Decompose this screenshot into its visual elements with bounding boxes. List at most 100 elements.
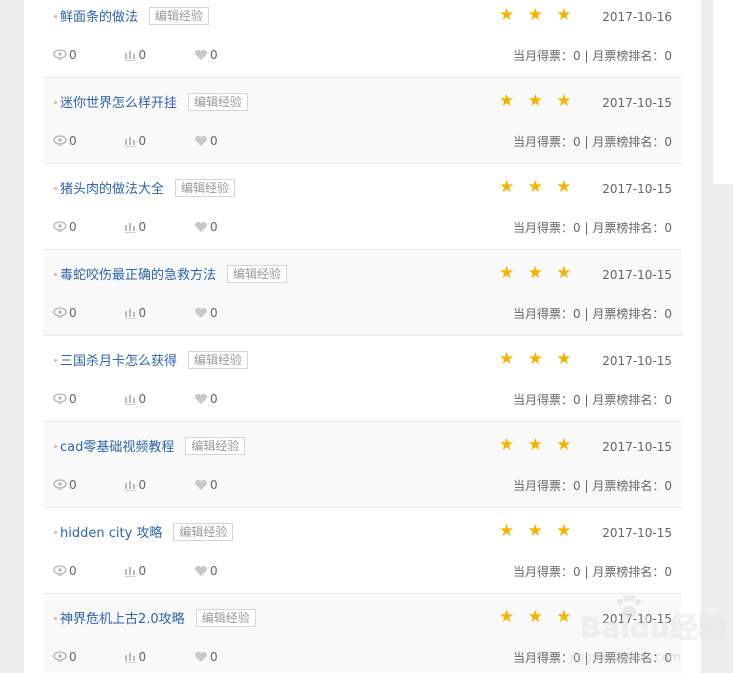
votes-stat: 0 <box>124 390 146 408</box>
heart-icon <box>195 307 207 318</box>
views-stat: 0 <box>53 476 77 494</box>
experience-title-link[interactable]: hidden city 攻略 编辑经验 <box>60 523 234 544</box>
views-stat: 0 <box>53 132 77 150</box>
monthly-votes-rank: 当月得票：0 | 月票榜排名：0 <box>513 135 672 149</box>
bullet-dot <box>54 445 57 448</box>
votes-stat: 0 <box>124 648 146 666</box>
publish-date: 2017-10-15 <box>602 612 672 626</box>
eye-icon <box>53 479 67 490</box>
heart-icon <box>195 565 207 576</box>
bar-chart-icon <box>125 395 136 405</box>
edit-experience-tag[interactable]: 编辑经验 <box>195 609 256 627</box>
views-stat: 0 <box>53 218 77 236</box>
votes-stat: 0 <box>124 562 146 580</box>
heart-icon <box>195 221 207 232</box>
right-sidebar-panel <box>713 0 733 184</box>
edit-experience-tag[interactable]: 编辑经验 <box>188 351 249 369</box>
likes-stat: 0 <box>194 304 218 322</box>
heart-icon <box>195 651 207 662</box>
likes-stat: 0 <box>194 46 218 64</box>
likes-stat: 0 <box>194 648 218 666</box>
likes-stat: 0 <box>194 562 218 580</box>
votes-stat: 0 <box>124 46 146 64</box>
monthly-votes-rank: 当月得票：0 | 月票榜排名：0 <box>513 479 672 493</box>
edit-experience-tag[interactable]: 编辑经验 <box>227 265 288 283</box>
stats-row: 0 0 0 <box>53 648 262 666</box>
rating-stars: ★ ★ ★ <box>499 607 576 627</box>
list-item: 神界危机上古2.0攻略 编辑经验 ★ ★ ★ 2017-10-15 0 0 0 当… <box>43 594 682 673</box>
views-stat: 0 <box>53 390 77 408</box>
experience-title-link[interactable]: 猪头肉的做法大全 编辑经验 <box>60 179 236 200</box>
experience-list-panel: 鲜面条的做法 编辑经验 ★ ★ ★ 2017-10-16 0 0 0 当月得票：0… <box>24 0 701 673</box>
stats-row: 0 0 0 <box>53 304 262 322</box>
bullet-dot <box>54 15 57 18</box>
experience-title-link[interactable]: 鲜面条的做法 编辑经验 <box>60 7 210 28</box>
monthly-votes-rank: 当月得票：0 | 月票榜排名：0 <box>513 49 672 63</box>
heart-icon <box>195 135 207 146</box>
bullet-dot <box>54 617 57 620</box>
experience-title-link[interactable]: 迷你世界怎么样开挂 编辑经验 <box>60 93 249 114</box>
list-item: 迷你世界怎么样开挂 编辑经验 ★ ★ ★ 2017-10-15 0 0 0 当月得… <box>43 78 682 164</box>
experience-title-link[interactable]: 三国杀月卡怎么获得 编辑经验 <box>60 351 249 372</box>
edit-experience-tag[interactable]: 编辑经验 <box>149 7 210 25</box>
monthly-votes-rank: 当月得票：0 | 月票榜排名：0 <box>513 651 672 665</box>
bullet-dot <box>54 273 57 276</box>
views-stat: 0 <box>53 304 77 322</box>
views-stat: 0 <box>53 562 77 580</box>
eye-icon <box>53 221 67 232</box>
edit-experience-tag[interactable]: 编辑经验 <box>175 179 236 197</box>
eye-icon <box>53 307 67 318</box>
publish-date: 2017-10-15 <box>602 440 672 454</box>
list-item: 鲜面条的做法 编辑经验 ★ ★ ★ 2017-10-16 0 0 0 当月得票：0… <box>43 0 682 78</box>
votes-stat: 0 <box>124 218 146 236</box>
bar-chart-icon <box>125 137 136 147</box>
views-stat: 0 <box>53 648 77 666</box>
rating-stars: ★ ★ ★ <box>499 263 576 283</box>
monthly-votes-rank: 当月得票：0 | 月票榜排名：0 <box>513 221 672 235</box>
list-item: cad零基础视频教程 编辑经验 ★ ★ ★ 2017-10-15 0 0 0 当月… <box>43 422 682 508</box>
stats-row: 0 0 0 <box>53 562 262 580</box>
rating-stars: ★ ★ ★ <box>499 5 576 25</box>
publish-date: 2017-10-15 <box>602 182 672 196</box>
stats-row: 0 0 0 <box>53 218 262 236</box>
bullet-dot <box>54 531 57 534</box>
list-item: 毒蛇咬伤最正确的急救方法 编辑经验 ★ ★ ★ 2017-10-15 0 0 0 … <box>43 250 682 336</box>
stats-row: 0 0 0 <box>53 132 262 150</box>
rating-stars: ★ ★ ★ <box>499 177 576 197</box>
stats-row: 0 0 0 <box>53 46 262 64</box>
votes-stat: 0 <box>124 304 146 322</box>
likes-stat: 0 <box>194 132 218 150</box>
experience-title-link[interactable]: cad零基础视频教程 编辑经验 <box>60 437 246 458</box>
bullet-dot <box>54 359 57 362</box>
publish-date: 2017-10-15 <box>602 526 672 540</box>
list-item: 三国杀月卡怎么获得 编辑经验 ★ ★ ★ 2017-10-15 0 0 0 当月得… <box>43 336 682 422</box>
eye-icon <box>53 393 67 404</box>
eye-icon <box>53 49 67 60</box>
likes-stat: 0 <box>194 476 218 494</box>
edit-experience-tag[interactable]: 编辑经验 <box>185 437 246 455</box>
bar-chart-icon <box>125 481 136 491</box>
eye-icon <box>53 651 67 662</box>
edit-experience-tag[interactable]: 编辑经验 <box>188 93 249 111</box>
heart-icon <box>195 49 207 60</box>
views-stat: 0 <box>53 46 77 64</box>
bar-chart-icon <box>125 653 136 663</box>
bullet-dot <box>54 101 57 104</box>
experience-list: 鲜面条的做法 编辑经验 ★ ★ ★ 2017-10-16 0 0 0 当月得票：0… <box>43 0 682 673</box>
votes-stat: 0 <box>124 476 146 494</box>
heart-icon <box>195 479 207 490</box>
rating-stars: ★ ★ ★ <box>499 91 576 111</box>
monthly-votes-rank: 当月得票：0 | 月票榜排名：0 <box>513 307 672 321</box>
experience-title-link[interactable]: 神界危机上古2.0攻略 编辑经验 <box>60 609 256 630</box>
bar-chart-icon <box>125 567 136 577</box>
rating-stars: ★ ★ ★ <box>499 435 576 455</box>
publish-date: 2017-10-15 <box>602 354 672 368</box>
likes-stat: 0 <box>194 390 218 408</box>
stats-row: 0 0 0 <box>53 390 262 408</box>
votes-stat: 0 <box>124 132 146 150</box>
experience-title-link[interactable]: 毒蛇咬伤最正确的急救方法 编辑经验 <box>60 265 288 286</box>
edit-experience-tag[interactable]: 编辑经验 <box>173 523 234 541</box>
publish-date: 2017-10-15 <box>602 268 672 282</box>
rating-stars: ★ ★ ★ <box>499 521 576 541</box>
list-item: hidden city 攻略 编辑经验 ★ ★ ★ 2017-10-15 0 0 … <box>43 508 682 594</box>
